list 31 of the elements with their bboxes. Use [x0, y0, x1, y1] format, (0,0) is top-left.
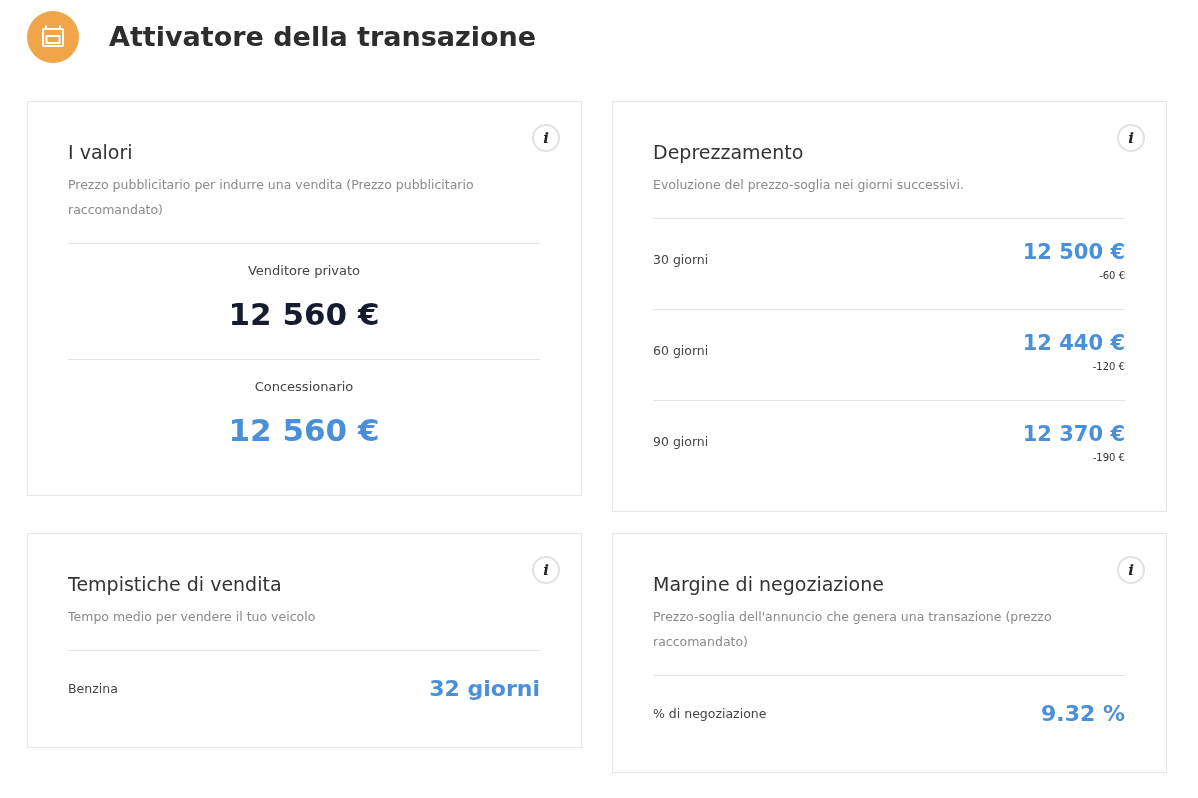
price-change: -190 €	[1092, 451, 1125, 465]
seller-label: Venditore privato	[247, 262, 361, 280]
card-title: I valori	[68, 140, 133, 165]
card-description: Tempo medio per vendere il tuo veicolo	[68, 608, 317, 626]
calendar-icon	[27, 11, 79, 63]
card-description: Evoluzione del prezzo-soglia nei giorni successivi.	[653, 176, 965, 194]
info-button[interactable]: i	[532, 556, 560, 584]
price-change: -120 €	[1092, 360, 1125, 374]
card-description: Prezzo pubblicitario per indurre una vendita (Prezzo pubblicitario raccomandato)	[68, 176, 475, 219]
info-button[interactable]: i	[1117, 556, 1145, 584]
card-title: Tempistiche di vendita	[68, 572, 282, 597]
seller-label: Concessionario	[254, 378, 354, 396]
card-title: Deprezzamento	[653, 140, 804, 165]
info-button[interactable]: i	[1117, 124, 1145, 152]
price-value: 12 560 €	[228, 411, 380, 450]
metric-value: 9.32 %	[1041, 700, 1125, 728]
price-value: 12 500 €	[1022, 239, 1125, 266]
period-label: 30 giorni	[653, 251, 709, 269]
price-value: 12 560 €	[228, 295, 380, 334]
metric-label: % di negoziazione	[653, 705, 767, 723]
period-label: 60 giorni	[653, 342, 709, 360]
page-title: Attivatore della transazione	[109, 20, 537, 54]
card-description: Prezzo-soglia dell'annuncio che genera una transazione (prezzo raccomandato)	[653, 608, 1053, 651]
metric-label: Benzina	[68, 680, 118, 698]
metric-value: 32 giorni	[429, 675, 540, 703]
price-value: 12 440 €	[1022, 330, 1125, 357]
price-change: -60 €	[1099, 269, 1125, 283]
price-value: 12 370 €	[1022, 421, 1125, 448]
info-button[interactable]: i	[532, 124, 560, 152]
card-title: Margine di negoziazione	[653, 572, 884, 597]
period-label: 90 giorni	[653, 433, 709, 451]
